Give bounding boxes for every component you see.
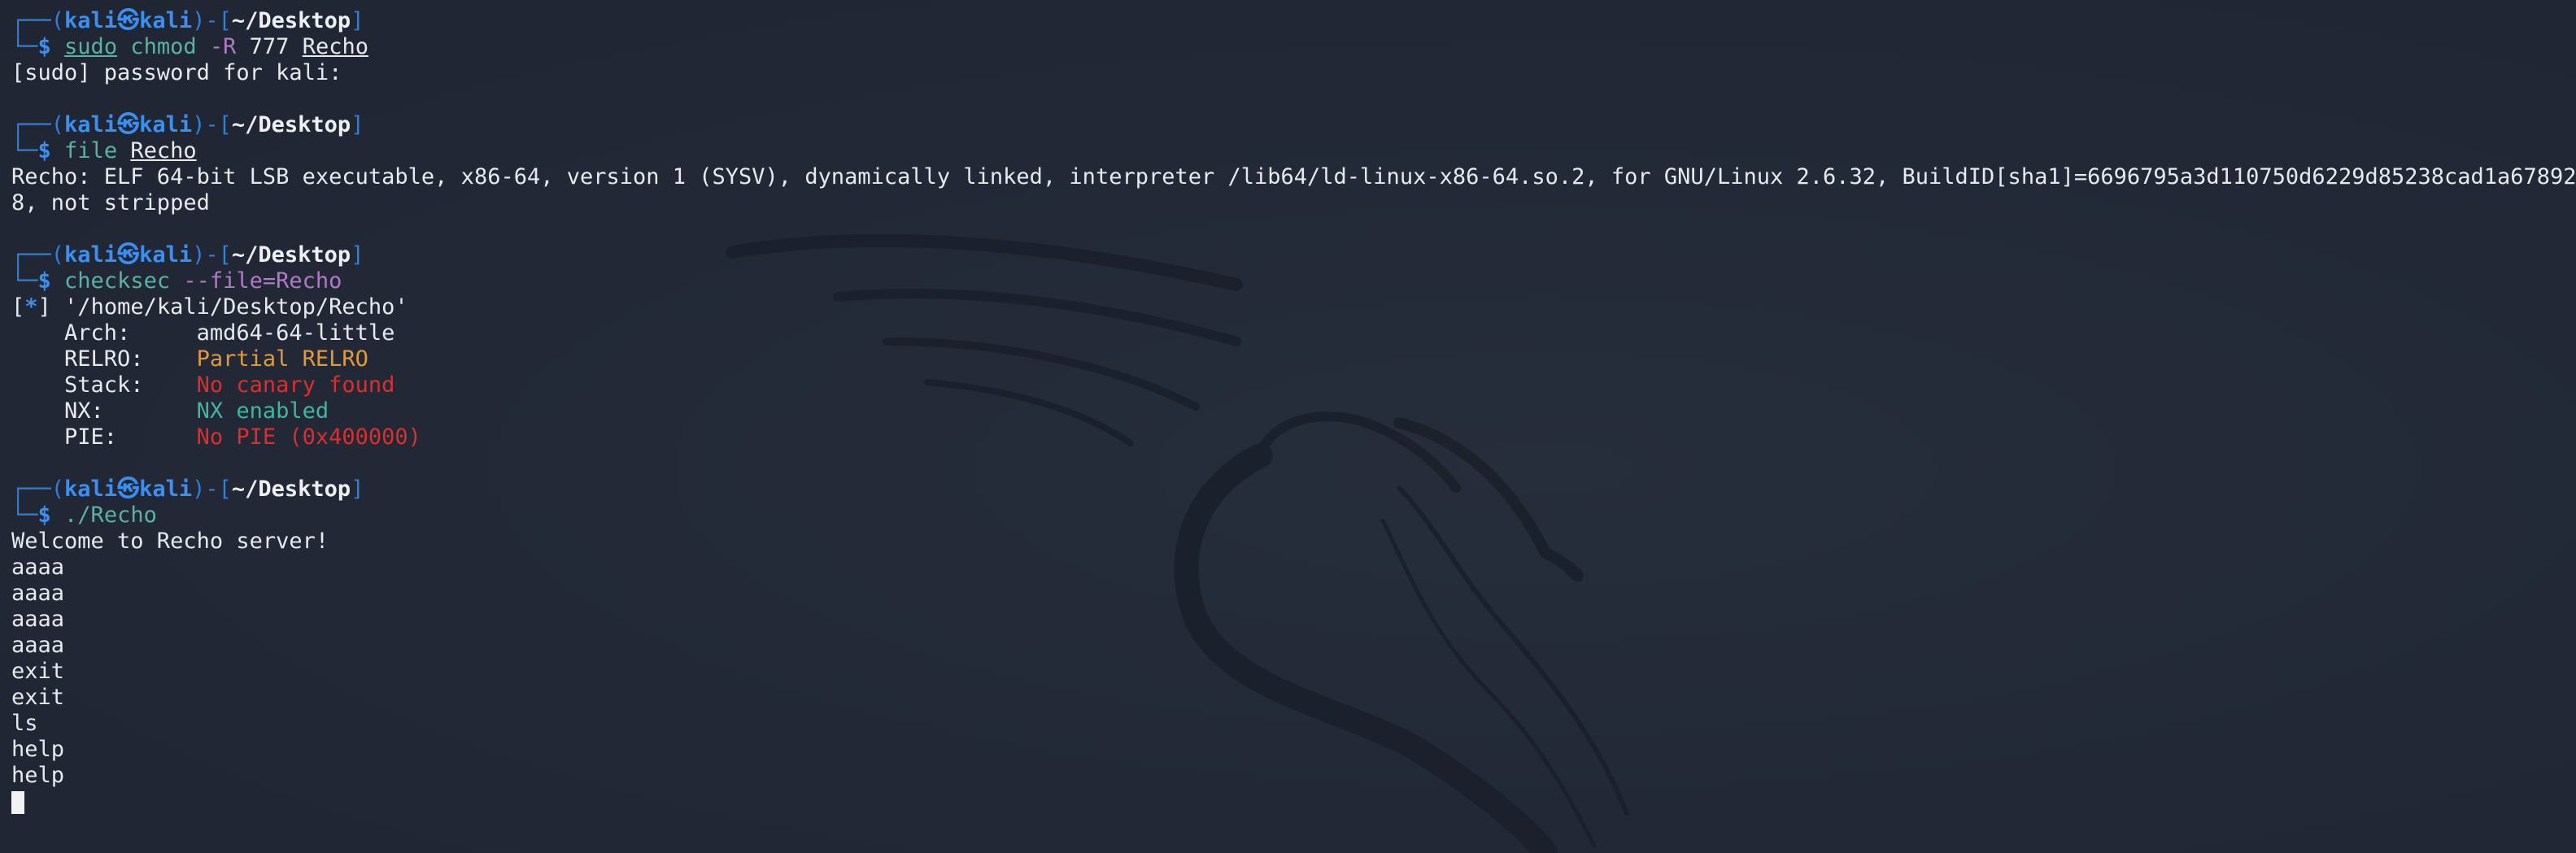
- command-line: └─$ file Recho: [11, 138, 197, 163]
- sudo-password-prompt: [sudo] password for kali:: [11, 60, 342, 85]
- asterisk-icon: *: [24, 294, 38, 320]
- program-output-line: Welcome to Recho server!: [11, 529, 329, 554]
- program-output-line: exit: [11, 659, 65, 684]
- terminal-window[interactable]: ┌──(kali㉿kali)-[~/Desktop] └─$ sudo chmo…: [0, 0, 2576, 853]
- file-output-line: Recho: ELF 64-bit LSB executable, x86-64…: [11, 164, 2576, 189]
- program-output-line: ls: [11, 711, 38, 736]
- checksec-row-stack: Stack: No canary found: [11, 372, 395, 398]
- prompt-header: ┌──(kali㉿kali)-[~/Desktop]: [11, 8, 364, 33]
- program-output-line: aaaa: [11, 555, 65, 580]
- terminal-cursor[interactable]: [11, 790, 24, 814]
- command-line: └─$ sudo chmod -R 777 Recho: [11, 34, 368, 59]
- file-output-line: 8, not stripped: [11, 190, 210, 215]
- kali-skull-icon: ㉿: [117, 112, 140, 137]
- program-output-line: aaaa: [11, 633, 65, 658]
- program-output-line: help: [11, 737, 65, 762]
- command-line: └─$ ./Recho: [11, 503, 157, 528]
- prompt-header: ┌──(kali㉿kali)-[~/Desktop]: [11, 112, 364, 137]
- program-output-line: aaaa: [11, 607, 65, 632]
- input-line[interactable]: [11, 789, 2576, 815]
- checksec-row-relro: RELRO: Partial RELRO: [11, 346, 368, 372]
- kali-skull-icon: ㉿: [117, 8, 140, 33]
- prompt-header: ┌──(kali㉿kali)-[~/Desktop]: [11, 477, 364, 502]
- prompt-header: ┌──(kali㉿kali)-[~/Desktop]: [11, 242, 364, 268]
- program-output-line: exit: [11, 685, 65, 710]
- checksec-row-arch: Arch: amd64-64-little: [11, 320, 395, 346]
- kali-skull-icon: ㉿: [117, 242, 140, 268]
- checksec-row-nx: NX: NX enabled: [11, 398, 329, 424]
- program-output-line: aaaa: [11, 581, 65, 606]
- checksec-path-line: [*] '/home/kali/Desktop/Recho': [11, 294, 408, 320]
- command-line: └─$ checksec --file=Recho: [11, 268, 342, 294]
- program-output-line: help: [11, 763, 65, 788]
- checksec-row-pie: PIE: No PIE (0x400000): [11, 424, 421, 450]
- kali-skull-icon: ㉿: [117, 477, 140, 502]
